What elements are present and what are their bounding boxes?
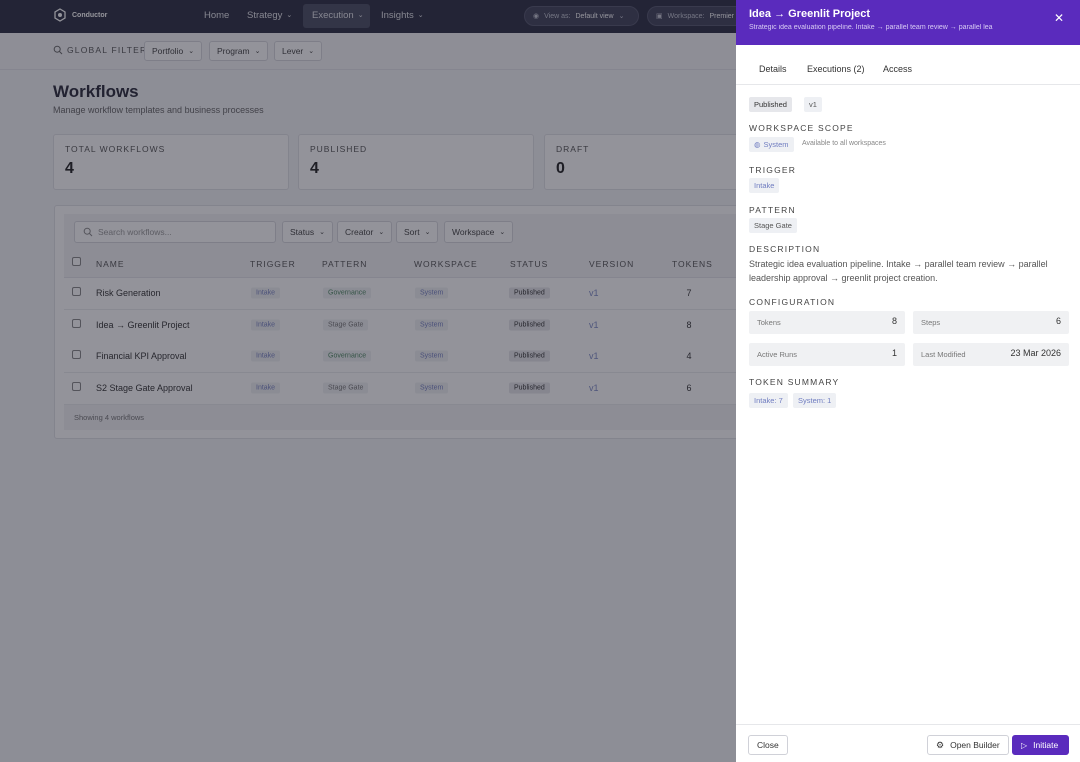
close-icon[interactable]: ✕ <box>1052 11 1066 25</box>
play-icon: ▷ <box>1021 740 1028 750</box>
tab-details[interactable]: Details <box>759 64 787 74</box>
config-value: 6 <box>1055 316 1061 326</box>
status-badge: Published <box>749 97 792 112</box>
workflow-detail-drawer: Idea → Greenlit Project Strategic idea e… <box>736 0 1080 762</box>
initiate-button[interactable]: ▷ Initiate <box>1012 735 1069 755</box>
workspace-scope-chip: ◍ System <box>749 137 794 152</box>
config-value: 23 Mar 2026 <box>1010 348 1061 358</box>
open-builder-button[interactable]: ⚙ Open Builder <box>927 735 1009 755</box>
config-key: Tokens <box>757 318 781 327</box>
trigger-heading: TRIGGER <box>749 165 797 175</box>
configuration-heading: CONFIGURATION <box>749 297 836 307</box>
workspace-scope-note: Available to all workspaces <box>802 140 886 147</box>
config-active-runs: Active Runs 1 <box>749 343 905 366</box>
version-badge: v1 <box>804 97 822 112</box>
pattern-chip: Stage Gate <box>749 218 797 233</box>
drawer-title: Idea → Greenlit Project <box>749 8 871 20</box>
sliders-icon: ⚙ <box>936 739 945 750</box>
workspace-scope-value: System <box>763 140 789 149</box>
drawer-header: Idea → Greenlit Project Strategic idea e… <box>736 0 1080 45</box>
config-last-modified: Last Modified 23 Mar 2026 <box>913 343 1069 366</box>
config-tokens: Tokens 8 <box>749 311 905 334</box>
config-value: 8 <box>891 316 897 326</box>
token-summary-chip: System: 1 <box>793 393 837 408</box>
config-key: Last Modified <box>921 350 966 359</box>
config-key: Steps <box>921 318 941 327</box>
initiate-label: Initiate <box>1033 740 1059 750</box>
trigger-chip: Intake <box>749 178 780 193</box>
config-value: 1 <box>891 348 897 358</box>
drawer-footer: Close ⚙ Open Builder ▷ Initiate <box>736 724 1080 762</box>
description-text: Strategic idea evaluation pipeline. Inta… <box>749 259 1048 283</box>
globe-icon: ◍ <box>754 140 761 149</box>
open-builder-label: Open Builder <box>950 740 1000 750</box>
config-key: Active Runs <box>757 350 798 359</box>
workspace-scope-heading: WORKSPACE SCOPE <box>749 123 854 133</box>
token-summary-chip: Intake: 7 <box>749 393 788 408</box>
tab-access[interactable]: Access <box>883 64 912 74</box>
pattern-heading: PATTERN <box>749 205 796 215</box>
drawer-subtitle: Strategic idea evaluation pipeline. Inta… <box>749 24 993 31</box>
modal-backdrop[interactable] <box>0 0 736 762</box>
config-steps: Steps 6 <box>913 311 1069 334</box>
token-summary-heading: TOKEN SUMMARY <box>749 377 840 387</box>
tab-executions[interactable]: Executions (2) <box>807 64 865 74</box>
description-heading: DESCRIPTION <box>749 244 821 254</box>
tab-divider <box>736 84 1080 85</box>
close-button[interactable]: Close <box>748 735 788 755</box>
